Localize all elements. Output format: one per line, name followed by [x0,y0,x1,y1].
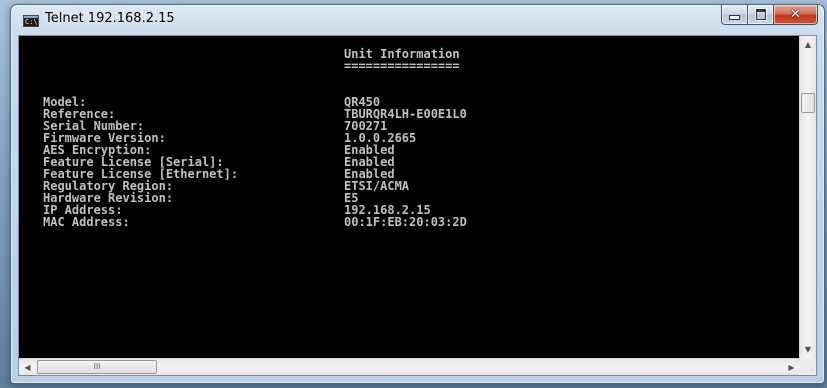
console-output[interactable]: Unit Information ================ Model:… [19,36,800,358]
scroll-right-button[interactable]: ▶ [783,359,800,375]
resize-grip[interactable]: ∴ [799,358,816,375]
window-controls: ✕ [721,5,818,26]
telnet-window: C:\ Telnet 192.168.2.15 ✕ Unit Informati… [10,4,825,384]
scroll-up-button[interactable]: ▲ [800,36,816,53]
heading-underline: ================ [344,59,460,73]
console-client-area: Unit Information ================ Model:… [18,35,817,376]
title-bar[interactable]: C:\ Telnet 192.168.2.15 ✕ [11,5,824,35]
minimize-icon [729,15,740,20]
maximize-button[interactable] [748,5,774,25]
grip-icon: III [93,362,101,371]
info-label: MAC Address: [43,215,130,229]
info-row-mac-address: MAC Address: 00:1F:EB:20:03:2D [43,216,467,228]
info-value: 00:1F:EB:20:03:2D [344,215,467,229]
chevron-left-icon: ◀ [24,362,31,372]
vertical-scroll-thumb[interactable] [801,93,815,113]
chevron-down-icon: ▼ [804,345,812,354]
minimize-button[interactable] [721,5,748,25]
console-icon[interactable]: C:\ [23,15,39,27]
unit-info-list: Model: QR450 Reference: TBURQR4LH-E00E1L… [43,96,467,228]
maximize-icon [755,9,766,20]
chevron-up-icon: ▲ [804,40,812,49]
horizontal-scroll-thumb[interactable]: III [37,360,157,374]
chevron-right-icon: ▶ [788,362,795,372]
scroll-left-button[interactable]: ◀ [19,359,36,375]
resize-grip-icon: ∴ [809,366,814,374]
console-icon-bar [24,16,38,18]
scroll-down-button[interactable]: ▼ [800,341,816,358]
window-title: Telnet 192.168.2.15 [45,11,175,26]
close-button[interactable]: ✕ [774,5,818,25]
console-icon-text: C:\ [25,18,38,26]
vertical-scrollbar[interactable]: ▲ ▼ [799,36,816,358]
close-icon: ✕ [790,7,801,22]
horizontal-scrollbar[interactable]: ◀ III ▶ [19,358,800,375]
